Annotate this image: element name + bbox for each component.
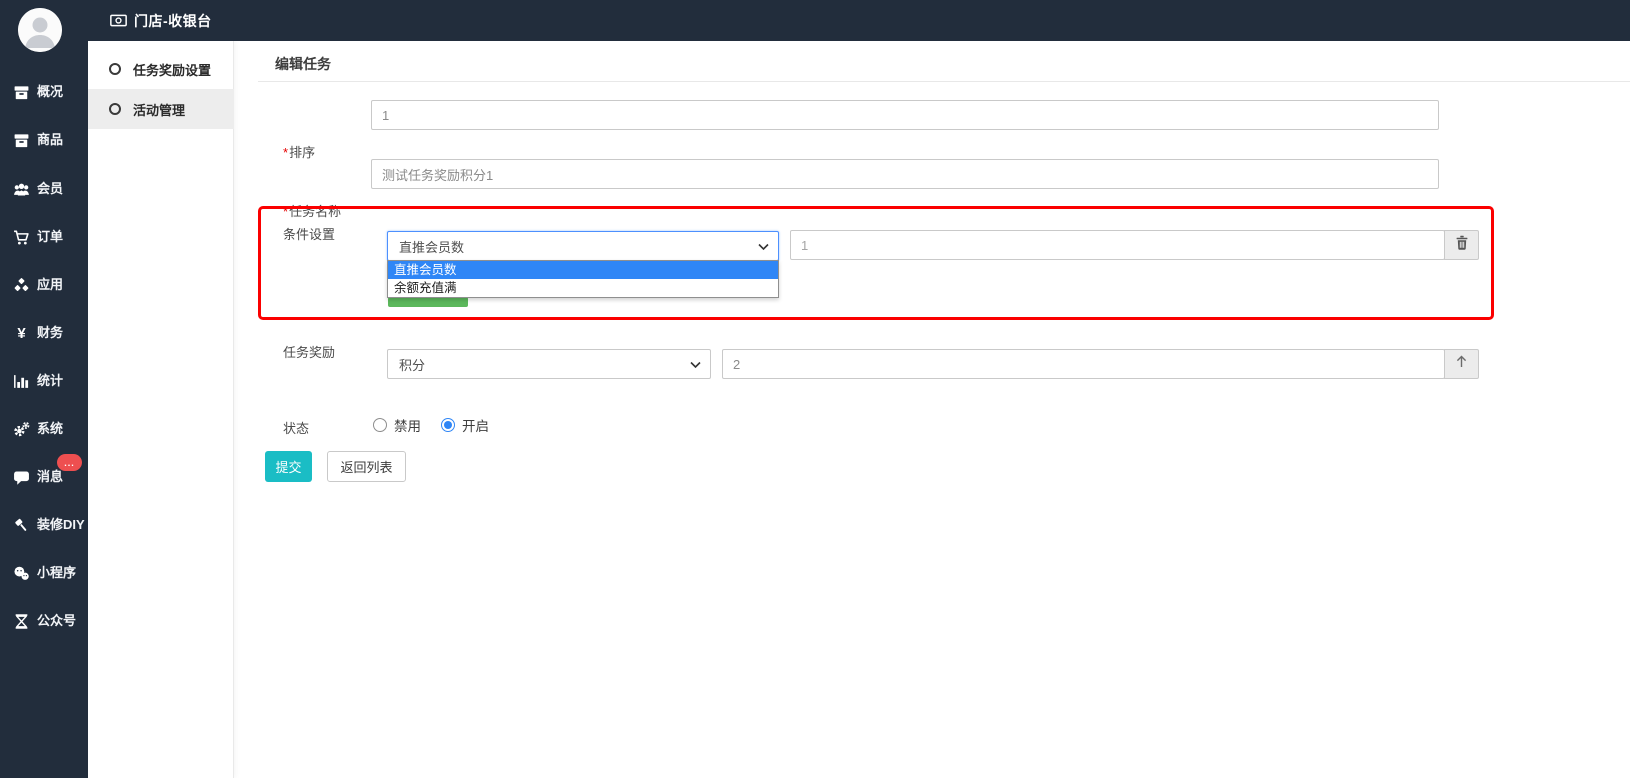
submenu-sidebar: 任务奖励设置 活动管理 — [88, 41, 234, 778]
collapse-up-button[interactable] — [1444, 349, 1479, 379]
option-balance-recharge[interactable]: 余额充值满 — [388, 279, 778, 297]
circle-bullet-icon — [109, 63, 121, 75]
status-option-enabled[interactable]: 开启 — [441, 415, 489, 435]
avatar[interactable] — [18, 8, 62, 52]
wechat-icon — [13, 565, 30, 582]
submenu-item-task-reward-settings[interactable]: 任务奖励设置 — [88, 49, 234, 89]
sidebar-label: 概况 — [37, 82, 63, 102]
hourglass-icon — [13, 613, 30, 630]
sidebar-label: 装修DIY — [37, 515, 85, 535]
submit-button[interactable]: 提交 — [265, 451, 312, 482]
task-name-label: *任务名称 — [283, 201, 341, 220]
status-radio-group: 禁用 开启 — [373, 415, 489, 435]
sidebar-label: 公众号 — [37, 611, 76, 631]
trash-icon — [1455, 235, 1469, 255]
reward-type-value: 积分 — [399, 355, 425, 374]
chevron-down-icon — [758, 239, 769, 254]
finance-yen-icon: ¥ — [13, 325, 30, 342]
sidebar-item-miniprogram[interactable]: 小程序 — [13, 563, 76, 583]
main-content: 编辑任务 *排序 *任务名称 条件设置 直推会员数 直推会员数 余额充值满 任务… — [234, 41, 1630, 778]
add-condition-button[interactable] — [388, 297, 468, 307]
arrow-up-icon — [1454, 354, 1469, 374]
sidebar-item-finance[interactable]: ¥ 财务 — [13, 323, 63, 343]
sidebar-label: 消息 — [37, 467, 63, 487]
app-title: 门店-收银台 — [134, 11, 212, 31]
chevron-down-icon — [690, 357, 701, 372]
sidebar-label: 应用 — [37, 275, 63, 295]
back-to-list-button[interactable]: 返回列表 — [327, 451, 406, 482]
sidebar-label: 商品 — [37, 130, 63, 150]
cart-icon — [13, 229, 30, 246]
sidebar-item-messages[interactable]: 消息 ... — [13, 467, 63, 487]
sidebar-item-statistics[interactable]: 统计 — [13, 371, 63, 391]
circle-bullet-icon — [109, 103, 121, 115]
delete-condition-button[interactable] — [1444, 230, 1479, 260]
sidebar-item-decoration-diy[interactable]: 装修DIY — [13, 515, 85, 535]
sidebar-label: 订单 — [37, 227, 63, 247]
sidebar-label: 财务 — [37, 323, 63, 343]
sort-label: *排序 — [283, 142, 315, 161]
sidebar-item-apps[interactable]: 应用 — [13, 275, 63, 295]
required-mark: * — [283, 204, 288, 219]
apps-cubes-icon — [13, 277, 30, 294]
sidebar-label: 小程序 — [37, 563, 76, 583]
product-box-icon — [13, 132, 30, 149]
condition-label: 条件设置 — [283, 224, 335, 243]
radio-unchecked-icon[interactable] — [373, 418, 387, 432]
reward-label: 任务奖励 — [283, 342, 335, 361]
submenu-item-activity-management[interactable]: 活动管理 — [88, 89, 234, 129]
sidebar-item-products[interactable]: 商品 — [13, 130, 63, 150]
status-label: 状态 — [283, 418, 309, 437]
sidebar: 概况 商品 会员 订单 应用 ¥ 财务 统计 — [0, 0, 88, 778]
overview-box-icon — [13, 84, 30, 101]
condition-type-value: 直推会员数 — [399, 237, 464, 256]
condition-type-option-list: 直推会员数 余额充值满 — [387, 260, 779, 298]
sidebar-label: 会员 — [37, 179, 63, 199]
gears-icon — [13, 421, 30, 438]
radio-checked-icon[interactable] — [441, 418, 455, 432]
option-direct-members[interactable]: 直推会员数 — [388, 261, 778, 279]
sidebar-item-orders[interactable]: 订单 — [13, 227, 63, 247]
task-name-input[interactable] — [371, 159, 1439, 189]
sidebar-label: 系统 — [37, 419, 63, 439]
sort-input[interactable] — [371, 100, 1439, 130]
required-mark: * — [283, 145, 288, 160]
condition-amount-input[interactable] — [790, 230, 1445, 260]
members-icon — [13, 181, 30, 198]
page-title: 编辑任务 — [275, 54, 331, 74]
status-option-disabled[interactable]: 禁用 — [373, 415, 421, 435]
submenu-label: 活动管理 — [133, 100, 185, 119]
chat-bubble-icon — [13, 469, 30, 486]
bar-chart-icon — [13, 373, 30, 390]
hammer-icon — [13, 517, 30, 534]
sidebar-item-system[interactable]: 系统 — [13, 419, 63, 439]
reward-amount-input[interactable] — [722, 349, 1445, 379]
title-divider — [258, 81, 1630, 82]
sidebar-item-official-account[interactable]: 公众号 — [13, 611, 76, 631]
banknote-icon — [110, 12, 127, 29]
sidebar-label: 统计 — [37, 371, 63, 391]
condition-type-select[interactable]: 直推会员数 — [387, 231, 779, 261]
reward-type-select[interactable]: 积分 — [387, 349, 711, 379]
sidebar-item-members[interactable]: 会员 — [13, 179, 63, 199]
topbar: 门店-收银台 — [0, 0, 1630, 41]
message-badge: ... — [57, 454, 82, 471]
submenu-label: 任务奖励设置 — [133, 60, 211, 79]
sidebar-item-overview[interactable]: 概况 — [13, 82, 63, 102]
app-title-wrap: 门店-收银台 — [110, 0, 212, 41]
